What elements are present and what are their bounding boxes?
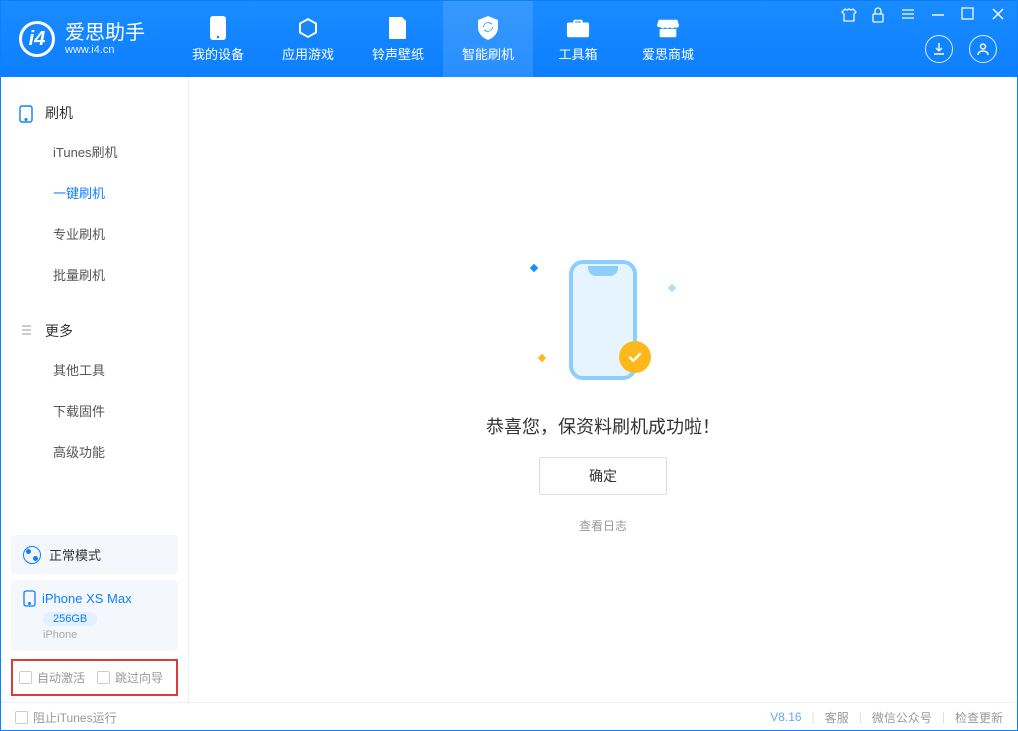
sparkle-icon [668,284,676,292]
list-icon [19,323,35,339]
checkbox-box-icon [19,671,32,684]
toolbox-icon [566,16,590,40]
tab-toolbox[interactable]: 工具箱 [533,1,623,77]
phone-small-icon [23,590,36,607]
footer-link-support[interactable]: 客服 [825,709,849,726]
result-title: 恭喜您，保资料刷机成功啦！ [486,413,720,439]
mode-box[interactable]: 正常模式 [11,535,178,574]
tshirt-icon[interactable] [841,7,857,23]
sidebar-item-batch-flash[interactable]: 批量刷机 [1,254,188,295]
footer-right: V8.16 | 客服 | 微信公众号 | 检查更新 [770,709,1003,726]
device-capacity: 256GB [43,612,97,626]
tab-label: 爱思商城 [642,44,694,63]
checkbox-block-itunes[interactable]: 阻止iTunes运行 [15,709,117,726]
sidebar-item-itunes-flash[interactable]: iTunes刷机 [1,131,188,172]
music-file-icon [386,16,410,40]
cube-icon [296,16,320,40]
tab-label: 铃声壁纸 [372,44,424,63]
sidebar-item-advanced[interactable]: 高级功能 [1,431,188,472]
tab-apps-games[interactable]: 应用游戏 [263,1,353,77]
minimize-icon[interactable] [931,7,947,23]
tab-my-device[interactable]: 我的设备 [173,1,263,77]
footer-link-wechat[interactable]: 微信公众号 [872,709,932,726]
sidebar-header-more: 更多 [1,313,188,349]
view-logs-link[interactable]: 查看日志 [579,517,627,534]
sidebar-section-flash: 刷机 iTunes刷机 一键刷机 专业刷机 批量刷机 [1,77,188,295]
sidebar-header-flash: 刷机 [1,95,188,131]
tab-smart-flash[interactable]: 智能刷机 [443,1,533,77]
header-right-icons [925,35,997,63]
tab-label: 应用游戏 [282,44,334,63]
section-title: 更多 [45,321,73,341]
version-label: V8.16 [770,710,801,724]
sidebar-item-other-tools[interactable]: 其他工具 [1,349,188,390]
checkbox-label: 跳过向导 [115,669,163,686]
sidebar-item-oneclick-flash[interactable]: 一键刷机 [1,172,188,213]
tab-ringtone-wallpaper[interactable]: 铃声壁纸 [353,1,443,77]
footer-link-update[interactable]: 检查更新 [955,709,1003,726]
sidebar-bottom: 正常模式 iPhone XS Max 256GB iPhone 自动激活 跳过向… [1,529,188,702]
sidebar-item-download-firmware[interactable]: 下载固件 [1,390,188,431]
download-icon[interactable] [925,35,953,63]
sidebar-item-pro-flash[interactable]: 专业刷机 [1,213,188,254]
checkbox-skip-guide[interactable]: 跳过向导 [97,669,163,686]
device-box[interactable]: iPhone XS Max 256GB iPhone [11,580,178,651]
checkbox-auto-activate[interactable]: 自动激活 [19,669,85,686]
checkbox-label: 阻止iTunes运行 [33,709,117,726]
tab-store[interactable]: 爱思商城 [623,1,713,77]
sidebar-section-more: 更多 其他工具 下载固件 高级功能 [1,295,188,472]
device-icon [206,16,230,40]
lock-icon[interactable] [871,7,887,23]
user-icon[interactable] [969,35,997,63]
phone-outline-icon [19,105,35,121]
close-icon[interactable] [991,7,1007,23]
success-illustration [513,245,693,395]
store-icon [656,16,680,40]
check-badge-icon [619,341,651,373]
checkbox-box-icon [97,671,110,684]
logo-area: i4 爱思助手 www.i4.cn [1,1,163,77]
main-area: 刷机 iTunes刷机 一键刷机 专业刷机 批量刷机 更多 其他工具 下载固件 … [1,77,1017,702]
app-site: www.i4.cn [65,44,145,56]
maximize-icon[interactable] [961,7,977,23]
checkbox-box-icon [15,711,28,724]
sparkle-icon [530,264,538,272]
mode-icon [23,546,41,564]
tab-label: 我的设备 [192,44,244,63]
app-header: i4 爱思助手 www.i4.cn 我的设备 应用游戏 铃声壁纸 智能刷机 工具… [1,1,1017,77]
mode-label: 正常模式 [49,545,101,564]
device-name: iPhone XS Max [42,591,132,606]
nav-tabs: 我的设备 应用游戏 铃声壁纸 智能刷机 工具箱 爱思商城 [173,1,713,77]
section-title: 刷机 [45,103,73,123]
device-name-row: iPhone XS Max [23,590,166,607]
shield-refresh-icon [476,16,500,40]
tab-label: 工具箱 [558,44,597,63]
logo-text: 爱思助手 www.i4.cn [65,22,145,56]
logo-icon: i4 [19,21,55,57]
tab-label: 智能刷机 [462,44,514,63]
content-panel: 恭喜您，保资料刷机成功啦！ 确定 查看日志 [189,77,1017,702]
confirm-button[interactable]: 确定 [539,457,667,495]
checkbox-label: 自动激活 [37,669,85,686]
sparkle-icon [538,354,546,362]
device-type: iPhone [43,629,166,641]
app-name: 爱思助手 [65,22,145,44]
highlight-checkbox-row: 自动激活 跳过向导 [11,659,178,696]
footer: 阻止iTunes运行 V8.16 | 客服 | 微信公众号 | 检查更新 [1,702,1017,731]
menu-icon[interactable] [901,7,917,23]
window-controls [841,7,1007,23]
sidebar: 刷机 iTunes刷机 一键刷机 专业刷机 批量刷机 更多 其他工具 下载固件 … [1,77,189,702]
